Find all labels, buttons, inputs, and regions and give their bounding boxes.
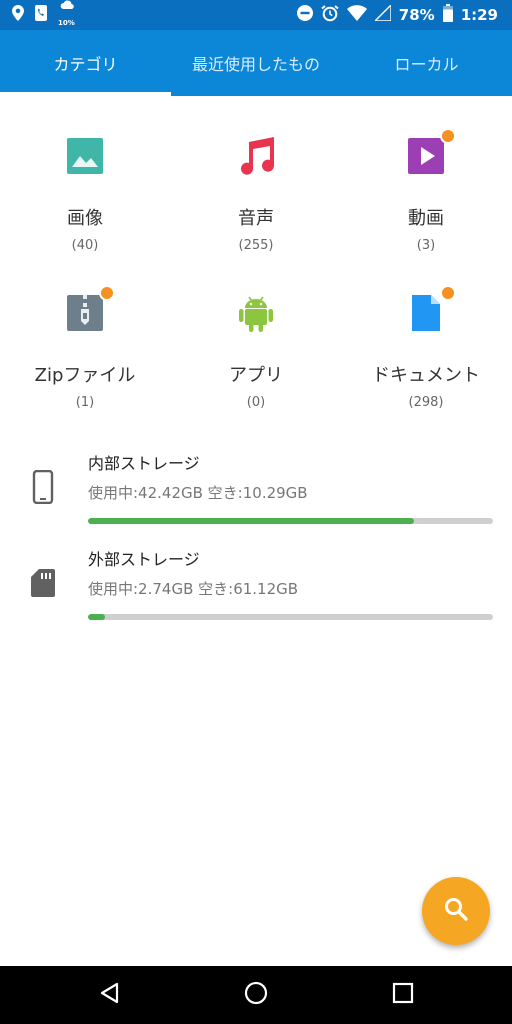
category-count: (255) xyxy=(238,238,274,253)
home-icon xyxy=(244,981,268,1009)
category-audio[interactable]: 音声 (255) xyxy=(171,134,341,274)
storage-progress xyxy=(88,614,493,620)
category-zip[interactable]: Zipファイル (1) xyxy=(0,285,170,431)
zip-icon xyxy=(63,285,115,335)
category-label: ドキュメント xyxy=(372,365,480,386)
tab-categories[interactable]: カテゴリ xyxy=(0,30,171,96)
tab-label: カテゴリ xyxy=(53,55,118,74)
storage-progress-fill xyxy=(88,614,106,620)
category-label: Zipファイル xyxy=(34,365,136,386)
back-icon xyxy=(99,982,121,1008)
tab-indicator xyxy=(0,92,171,96)
dnd-icon xyxy=(296,5,313,25)
storage-detail: 使用中:2.74GB 空き:61.12GB xyxy=(88,580,299,598)
tab-local[interactable]: ローカル xyxy=(341,30,512,96)
category-label: 動画 xyxy=(408,208,444,229)
tab-bar: カテゴリ 最近使用したもの ローカル xyxy=(0,30,512,96)
category-images[interactable]: 画像 (40) xyxy=(0,134,170,274)
category-count: (1) xyxy=(75,395,95,410)
weather-text: 10% xyxy=(58,18,75,27)
signal-icon xyxy=(373,3,392,25)
location-icon xyxy=(12,5,24,25)
storage-title: 内部ストレージ xyxy=(88,454,200,473)
category-documents[interactable]: ドキュメント (298) xyxy=(341,285,511,431)
category-count: (298) xyxy=(408,395,444,410)
category-label: 音声 xyxy=(238,208,274,229)
wifi-icon xyxy=(346,5,367,25)
image-icon xyxy=(63,134,107,178)
new-badge xyxy=(440,285,456,301)
search-button[interactable] xyxy=(422,877,490,945)
back-button[interactable] xyxy=(95,980,125,1010)
storage-title: 外部ストレージ xyxy=(88,550,200,569)
phone-device-icon xyxy=(30,469,56,508)
storage-progress-fill xyxy=(88,518,415,524)
category-count: (0) xyxy=(246,395,266,410)
alarm-icon xyxy=(321,4,339,26)
document-icon xyxy=(404,285,456,335)
android-icon xyxy=(234,291,278,335)
navigation-bar xyxy=(0,966,512,1024)
video-icon xyxy=(404,128,456,178)
tab-label: 最近使用したもの xyxy=(191,55,320,74)
category-video[interactable]: 動画 (3) xyxy=(341,128,511,274)
battery-icon xyxy=(442,4,453,26)
internal-storage[interactable]: 内部ストレージ 使用中:42.42GB 空き:10.29GB xyxy=(0,450,512,540)
clock: 1:29 xyxy=(460,6,498,24)
new-badge xyxy=(99,285,115,301)
storage-progress xyxy=(88,518,493,524)
recents-icon xyxy=(392,982,414,1008)
category-count: (3) xyxy=(416,238,436,253)
home-button[interactable] xyxy=(241,980,271,1010)
external-storage[interactable]: 外部ストレージ 使用中:2.74GB 空き:61.12GB xyxy=(0,546,512,636)
category-label: アプリ xyxy=(229,365,283,386)
storage-detail: 使用中:42.42GB 空き:10.29GB xyxy=(88,484,308,502)
new-badge xyxy=(440,128,456,144)
category-count: (40) xyxy=(71,238,99,253)
recents-button[interactable] xyxy=(388,980,418,1010)
battery-text: 78% xyxy=(398,6,435,24)
phone-icon xyxy=(34,5,48,25)
weather-icon: 10% xyxy=(58,0,75,27)
category-label: 画像 xyxy=(67,208,103,229)
tab-recent[interactable]: 最近使用したもの xyxy=(171,30,341,96)
tab-label: ローカル xyxy=(394,55,459,74)
search-icon xyxy=(443,896,469,926)
music-icon xyxy=(234,134,278,178)
sd-card-icon xyxy=(30,566,56,604)
category-apps[interactable]: アプリ (0) xyxy=(171,291,341,431)
status-bar: 10% 78% 1:29 xyxy=(0,0,512,30)
